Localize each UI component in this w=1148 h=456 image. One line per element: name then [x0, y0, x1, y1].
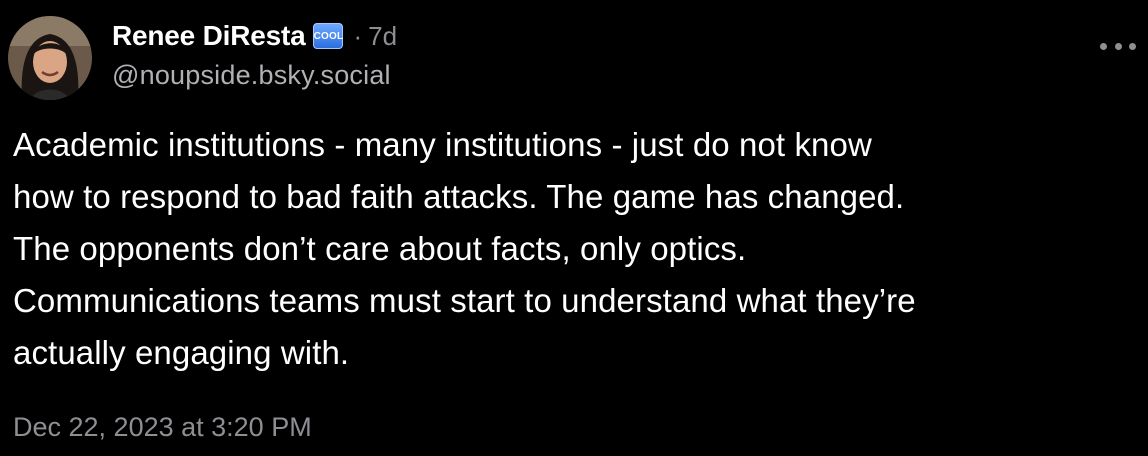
- author-handle[interactable]: @noupside.bsky.social: [112, 60, 1088, 91]
- more-dot: [1114, 42, 1122, 50]
- cool-button-icon: COOL: [313, 23, 344, 49]
- post-text-line: Communications teams must start to under…: [13, 282, 916, 319]
- author-display-name[interactable]: Renee DiResta: [112, 20, 306, 52]
- post-text-line: The opponents don’t care about facts, on…: [13, 230, 747, 267]
- post-text: Academic institutions - many institution…: [13, 119, 1133, 379]
- post-text-line: Academic institutions - many institution…: [13, 126, 872, 163]
- avatar[interactable]: [8, 16, 92, 100]
- name-row: Renee DiResta COOL · 7d: [112, 16, 1088, 56]
- more-dot: [1100, 42, 1107, 50]
- separator-dot: ·: [353, 20, 363, 51]
- more-dot: [1129, 42, 1136, 50]
- post-timestamp[interactable]: Dec 22, 2023 at 3:20 PM: [13, 412, 312, 443]
- post-text-line: actually engaging with.: [13, 334, 350, 371]
- post-header: Renee DiResta COOL · 7d @noupside.bsky.s…: [112, 16, 1088, 91]
- relative-time[interactable]: 7d: [368, 21, 397, 52]
- avatar-photo-icon: [8, 16, 92, 100]
- post-card: Renee DiResta COOL · 7d @noupside.bsky.s…: [0, 0, 1148, 456]
- more-options-icon[interactable]: [1100, 36, 1136, 56]
- post-text-line: how to respond to bad faith attacks. The…: [13, 178, 905, 215]
